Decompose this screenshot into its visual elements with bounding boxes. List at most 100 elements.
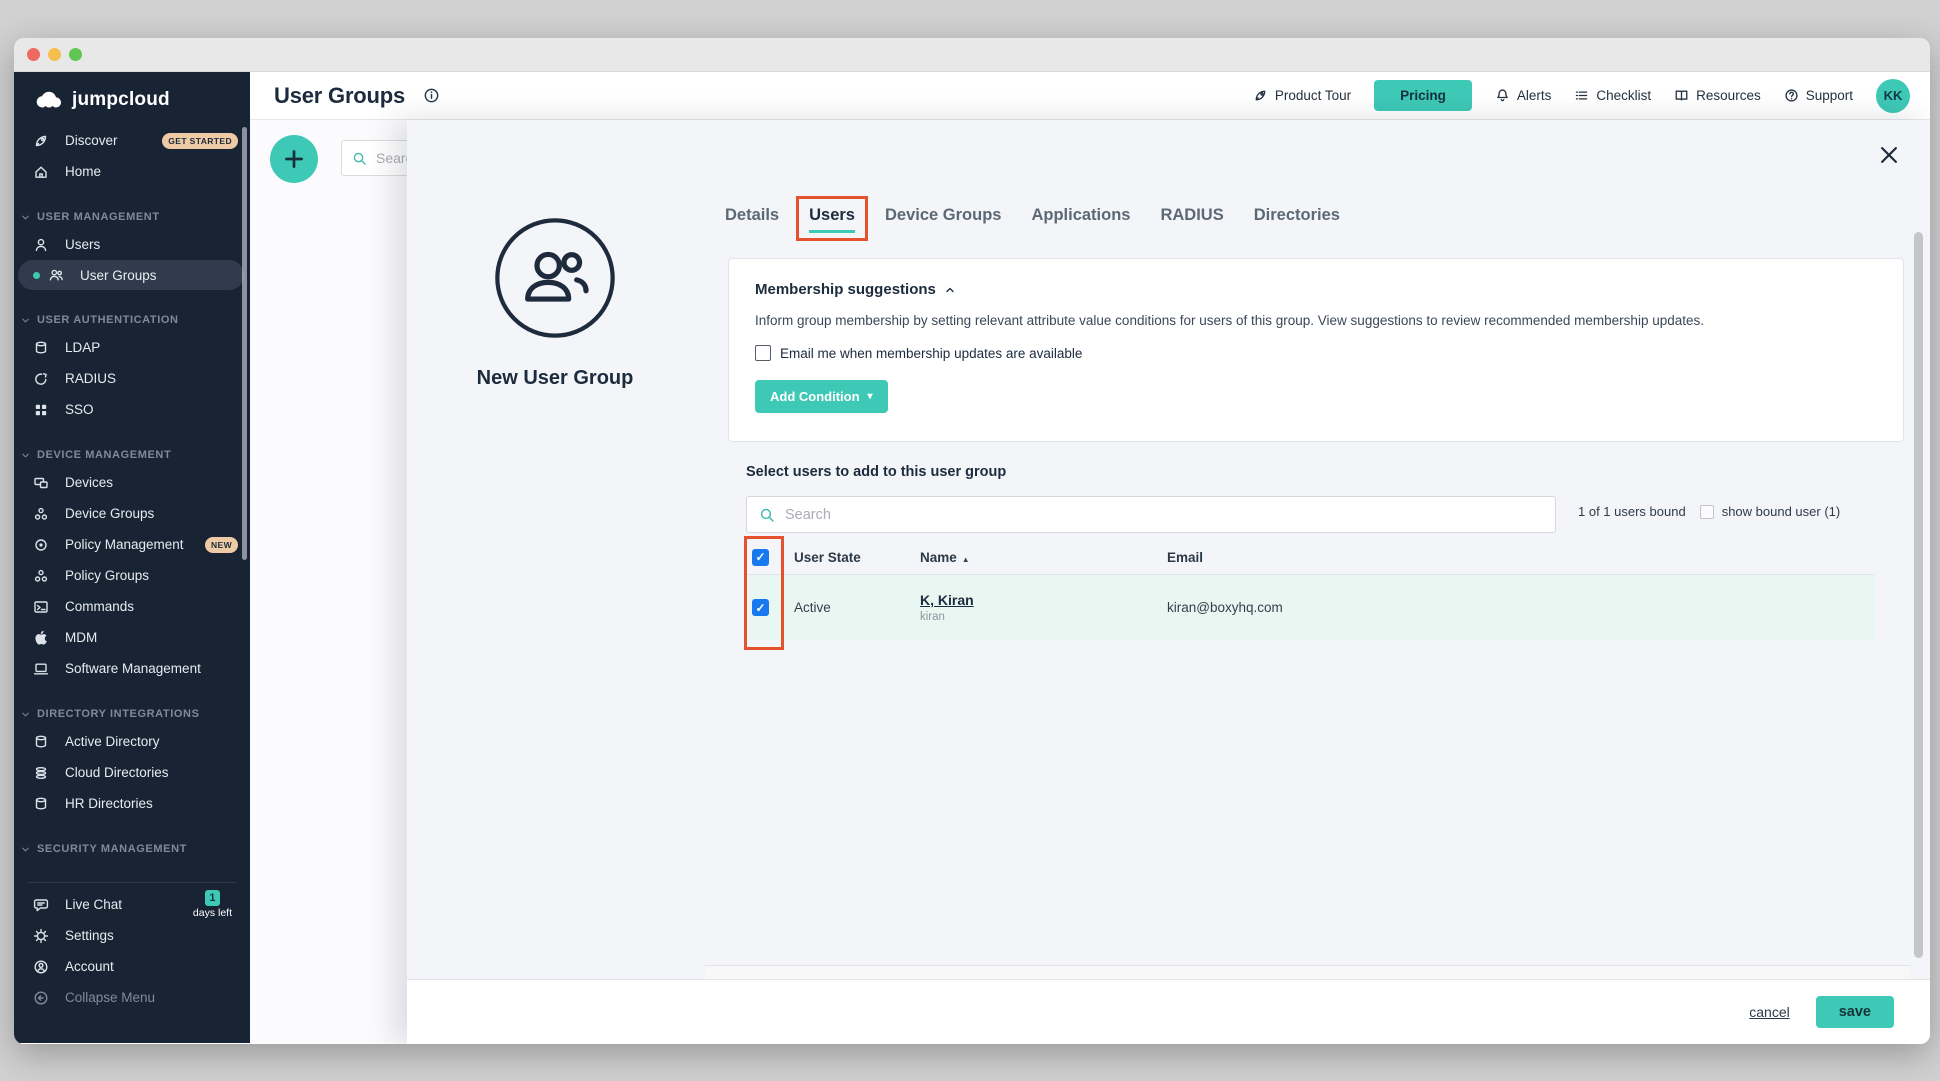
book-icon [1674,88,1689,103]
tab-device-groups[interactable]: Device Groups [885,206,1001,225]
show-bound-user-checkbox[interactable] [1700,505,1714,519]
sidebar-section-security-management[interactable]: SECURITY MANAGEMENT [14,837,250,861]
sidebar-item-account[interactable]: Account [14,951,250,982]
sidebar-item-policy-groups[interactable]: Policy Groups [14,560,250,591]
pricing-button[interactable]: Pricing [1374,80,1472,111]
user-icon [33,237,49,253]
chevron-up-icon [944,284,956,296]
active-tab-underline [809,230,855,233]
sidebar-item-discover[interactable]: Discover GET STARTED [14,125,250,156]
sidebar-item-sso[interactable]: SSO [14,394,250,425]
sidebar-item-ldap[interactable]: LDAP [14,332,250,363]
database-icon [33,796,49,812]
minimize-window-button[interactable] [48,48,61,61]
help-icon [1784,88,1799,103]
sidebar-item-hr-directories[interactable]: HR Directories [14,788,250,819]
sidebar-section-user-authentication[interactable]: USER AUTHENTICATION [14,308,250,332]
sidebar-item-mdm[interactable]: MDM [14,622,250,653]
checklist-button[interactable]: Checklist [1574,88,1651,103]
account-icon [33,959,49,975]
sidebar-item-users[interactable]: Users [14,229,250,260]
close-panel-button[interactable] [1878,144,1900,166]
alerts-button[interactable]: Alerts [1495,88,1552,103]
caret-down-icon: ▾ [868,392,873,402]
tab-users[interactable]: Users [809,206,855,225]
tab-details[interactable]: Details [725,206,779,225]
col-user-state[interactable]: User State [794,550,920,565]
rocket-icon [1253,88,1268,103]
product-tour-button[interactable]: Product Tour [1253,88,1351,103]
chat-icon [33,897,49,913]
sidebar-scrollbar[interactable] [242,127,247,560]
app-window: jumpcloud Discover GET STARTED Home USER… [14,38,1930,1044]
sidebar-item-home[interactable]: Home [14,156,250,187]
col-email[interactable]: Email [1167,550,1875,565]
row-checkbox[interactable]: ✓ [752,599,769,616]
membership-description: Inform group membership by setting relev… [755,313,1877,328]
email-updates-checkbox[interactable] [755,345,771,361]
sidebar-item-user-groups[interactable]: User Groups [18,260,244,290]
group-name: New User Group [435,367,675,390]
save-button[interactable]: save [1816,996,1894,1028]
new-user-group-panel: New User Group Details Users Device Grou… [407,120,1930,1044]
checklist-icon [1574,88,1589,103]
support-button[interactable]: Support [1784,88,1853,103]
sidebar-section-directory-integrations[interactable]: DIRECTORY INTEGRATIONS [14,702,250,726]
zoom-window-button[interactable] [69,48,82,61]
close-icon [1878,144,1900,166]
membership-suggestions-header[interactable]: Membership suggestions [755,281,1877,298]
window-titlebar [14,38,1930,72]
horizontal-scrollbar[interactable] [705,965,1910,979]
grid-icon [33,402,49,418]
tab-radius[interactable]: RADIUS [1160,206,1223,225]
vertical-scrollbar[interactable] [1914,232,1923,958]
sidebar-divider [28,882,236,883]
avatar[interactable]: KK [1876,79,1910,113]
user-search-input[interactable] [785,507,1543,523]
user-state: Active [794,600,920,615]
table-row[interactable]: ✓ Active K, Kiran kiran kiran@boxyhq.com [746,575,1875,640]
user-name-link[interactable]: K, Kiran [920,592,974,608]
cancel-button[interactable]: cancel [1749,1004,1789,1020]
select-all-checkbox[interactable]: ✓ [752,549,769,566]
user-search [746,496,1556,533]
add-condition-button[interactable]: Add Condition ▾ [755,380,888,413]
tab-directories[interactable]: Directories [1254,206,1340,225]
sidebar-item-devices[interactable]: Devices [14,467,250,498]
sidebar-item-software-management[interactable]: Software Management [14,653,250,684]
jumpcloud-logo: jumpcloud [14,72,250,119]
sidebar-section-device-management[interactable]: DEVICE MANAGEMENT [14,443,250,467]
logo-text: jumpcloud [72,89,170,111]
collapse-left-icon [33,990,49,1006]
home-icon [33,164,49,180]
laptop-icon [33,661,49,677]
col-name[interactable]: Name▲ [920,550,1167,565]
sidebar-item-device-groups[interactable]: Device Groups [14,498,250,529]
resources-button[interactable]: Resources [1674,88,1761,103]
panel-footer: cancel save [407,979,1930,1044]
user-email: kiran@boxyhq.com [1167,600,1875,615]
tab-applications[interactable]: Applications [1031,206,1130,225]
stacked-db-icon [33,765,49,781]
user-group-icon [48,267,64,283]
chevron-down-icon [20,844,31,855]
close-window-button[interactable] [27,48,40,61]
sidebar-item-radius[interactable]: RADIUS [14,363,250,394]
sidebar-item-active-directory[interactable]: Active Directory [14,726,250,757]
search-icon [759,507,775,523]
chevron-down-icon [20,212,31,223]
add-user-group-button[interactable] [270,135,318,183]
sidebar-item-settings[interactable]: Settings [14,920,250,951]
sidebar-section-user-management[interactable]: USER MANAGEMENT [14,205,250,229]
sidebar-item-policy-management[interactable]: Policy Management NEW [14,529,250,560]
sidebar-item-cloud-directories[interactable]: Cloud Directories [14,757,250,788]
chevron-down-icon [20,450,31,461]
sidebar-item-live-chat[interactable]: Live Chat 1 days left [14,889,250,920]
user-username: kiran [920,611,1167,623]
sidebar: jumpcloud Discover GET STARTED Home USER… [14,72,250,1043]
info-icon[interactable] [423,87,440,104]
sidebar-item-commands[interactable]: Commands [14,591,250,622]
sidebar-item-collapse-menu[interactable]: Collapse Menu [14,982,250,1013]
trial-days-left: 1 days left [193,889,232,919]
select-users-label: Select users to add to this user group [746,464,1006,480]
